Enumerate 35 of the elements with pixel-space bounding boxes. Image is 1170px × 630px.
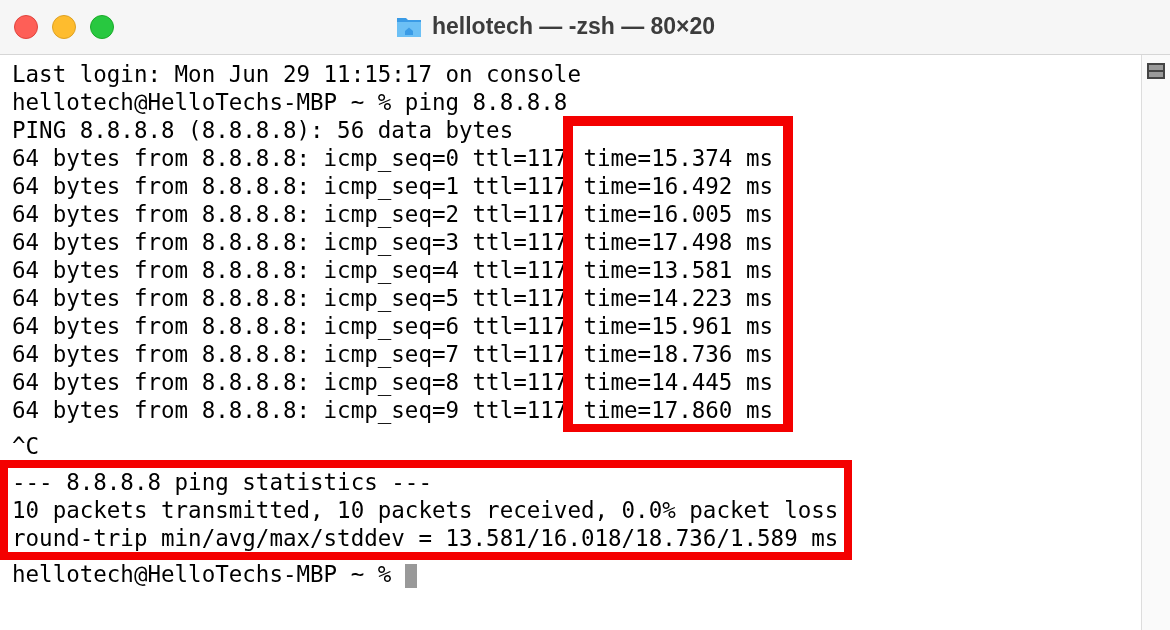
terminal-line: 64 bytes from 8.8.8.8: icmp_seq=6 ttl=117: [12, 313, 568, 339]
zoom-button[interactable]: [90, 15, 114, 39]
terminal-line: time=14.445 ms: [583, 369, 774, 395]
text-cursor: [405, 563, 418, 588]
terminal-line: time=14.223 ms: [583, 285, 774, 311]
terminal-line: 64 bytes from 8.8.8.8: icmp_seq=0 ttl=117: [12, 145, 568, 171]
terminal-line: ^C: [12, 433, 40, 459]
window-title: hellotech — -zsh — 80×20: [432, 13, 716, 40]
terminal-line: time=13.581 ms: [583, 257, 774, 283]
terminal-line: round-trip min/avg/max/stddev = 13.581/16.018/18.736/1.589 ms: [12, 525, 839, 551]
terminal-line: 64 bytes from 8.8.8.8: icmp_seq=8 ttl=117: [12, 369, 568, 395]
terminal-line: time=15.961 ms: [583, 313, 774, 339]
terminal-line: --- 8.8.8.8 ping statistics ---: [12, 469, 432, 495]
terminal-line: 64 bytes from 8.8.8.8: icmp_seq=2 ttl=117: [12, 201, 568, 227]
terminal-line: time=16.492 ms: [583, 173, 774, 199]
terminal-line: PING 8.8.8.8 (8.8.8.8): 56 data bytes: [12, 117, 514, 143]
terminal-line: 10 packets transmitted, 10 packets received, 0.0% packet loss: [12, 497, 839, 523]
split-pane-icon[interactable]: [1147, 63, 1165, 79]
terminal-line: 64 bytes from 8.8.8.8: icmp_seq=7 ttl=117: [12, 341, 568, 367]
terminal-line: 64 bytes from 8.8.8.8: icmp_seq=3 ttl=117: [12, 229, 568, 255]
terminal-line: time=15.374 ms: [583, 145, 774, 171]
scrollbar[interactable]: [1141, 55, 1170, 630]
terminal-line: Last login: Mon Jun 29 11:15:17 on console: [12, 61, 581, 87]
terminal-line: time=16.005 ms: [583, 201, 774, 227]
terminal-prompt: hellotech@HelloTechs-MBP ~ %: [12, 561, 392, 587]
terminal-line: 64 bytes from 8.8.8.8: icmp_seq=9 ttl=117: [12, 397, 568, 423]
terminal-line: 64 bytes from 8.8.8.8: icmp_seq=5 ttl=117: [12, 285, 568, 311]
minimize-button[interactable]: [52, 15, 76, 39]
terminal-line: time=18.736 ms: [583, 341, 774, 367]
terminal-line: 64 bytes from 8.8.8.8: icmp_seq=1 ttl=117: [12, 173, 568, 199]
terminal-line: 64 bytes from 8.8.8.8: icmp_seq=4 ttl=117: [12, 257, 568, 283]
terminal-line: time=17.860 ms: [583, 397, 774, 423]
terminal-line: time=17.498 ms: [583, 229, 774, 255]
close-button[interactable]: [14, 15, 38, 39]
terminal-line: hellotech@HelloTechs-MBP ~ % ping 8.8.8.8: [12, 89, 568, 115]
